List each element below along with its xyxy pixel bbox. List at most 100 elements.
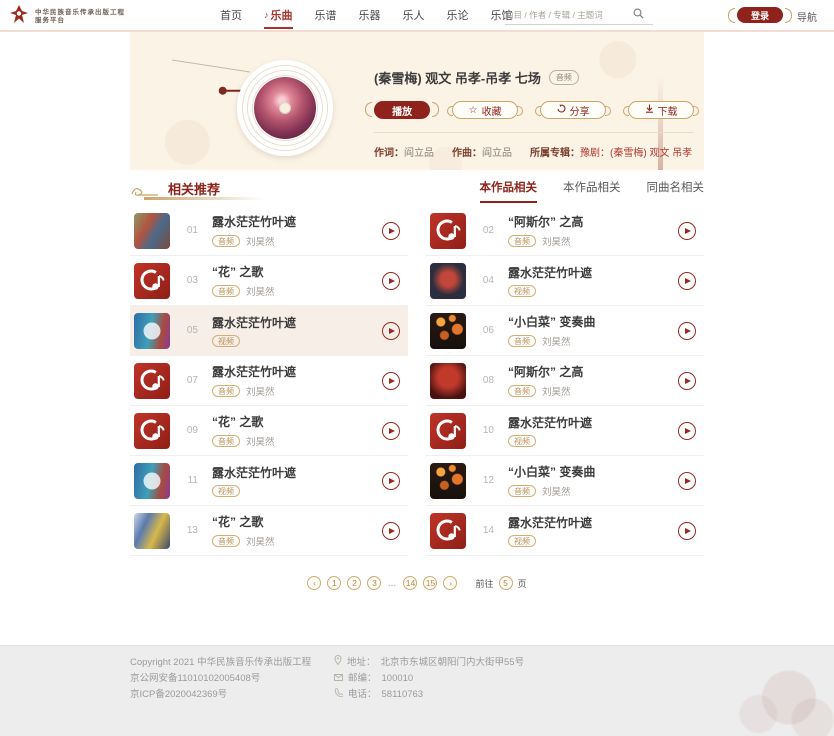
- play-triangle-icon: [685, 278, 691, 284]
- related-tab[interactable]: 本作品相关: [480, 179, 538, 203]
- song-artist[interactable]: 刘昊然: [542, 384, 571, 398]
- song-row[interactable]: 01 露水茫茫竹叶遮 音频 刘昊然: [130, 206, 408, 256]
- nav-item[interactable]: 乐论: [447, 0, 469, 30]
- song-number: 08: [476, 375, 494, 386]
- song-row[interactable]: 04 露水茫茫竹叶遮 视频: [426, 256, 704, 306]
- play-triangle-icon: [685, 378, 691, 384]
- page-number-button[interactable]: 1: [327, 576, 341, 590]
- row-play-button[interactable]: [678, 472, 696, 490]
- song-row-title[interactable]: 露水茫茫竹叶遮: [508, 514, 678, 531]
- nav-item[interactable]: 乐人: [403, 0, 425, 30]
- song-row-title[interactable]: “阿斯尔” 之高: [508, 213, 678, 230]
- song-number: 11: [180, 475, 198, 486]
- search-icon[interactable]: [633, 6, 644, 24]
- favorite-button[interactable]: ☆ 收藏: [452, 101, 518, 119]
- song-artist[interactable]: 刘昊然: [246, 534, 275, 548]
- song-row-title[interactable]: “花” 之歌: [212, 513, 382, 530]
- police-record-text[interactable]: 京公网安备11010102005408号: [130, 671, 311, 687]
- login-button[interactable]: 登录: [737, 7, 783, 23]
- song-artist[interactable]: 刘昊然: [246, 434, 275, 448]
- row-play-button[interactable]: [678, 422, 696, 440]
- mail-icon: [334, 671, 343, 687]
- song-thumbnail: [430, 463, 466, 499]
- song-artist[interactable]: 刘昊然: [246, 234, 275, 248]
- nav-item[interactable]: 首页: [220, 0, 242, 30]
- row-play-button[interactable]: [382, 472, 400, 490]
- jump-page-input[interactable]: 5: [499, 576, 513, 590]
- next-page-button[interactable]: ›: [443, 576, 457, 590]
- song-row-title[interactable]: 露水茫茫竹叶遮: [508, 414, 678, 431]
- row-play-button[interactable]: [382, 222, 400, 240]
- page-number-button[interactable]: 3: [367, 576, 381, 590]
- song-row-title[interactable]: 露水茫茫竹叶遮: [212, 314, 382, 331]
- row-play-button[interactable]: [382, 322, 400, 340]
- song-row[interactable]: 03 “花” 之歌 音频 刘昊然: [130, 256, 408, 306]
- song-row-title[interactable]: 露水茫茫竹叶遮: [212, 363, 382, 380]
- song-row-title[interactable]: “小白菜” 变奏曲: [508, 463, 678, 480]
- play-button[interactable]: 播放: [374, 101, 430, 119]
- page-number-button[interactable]: 14: [403, 576, 417, 590]
- song-row-title[interactable]: “阿斯尔” 之高: [508, 363, 678, 380]
- page-number-button[interactable]: 15: [423, 576, 437, 590]
- song-row[interactable]: 12 “小白菜” 变奏曲 音频 刘昊然: [426, 456, 704, 506]
- row-play-button[interactable]: [382, 422, 400, 440]
- song-row-title[interactable]: 露水茫茫竹叶遮: [212, 464, 382, 481]
- related-col-right: 02 “阿斯尔” 之高 音频 刘昊然 04 露水茫茫竹叶遮 视频: [426, 206, 704, 556]
- logo-emblem-icon: [8, 3, 30, 30]
- song-row-title[interactable]: “小白菜” 变奏曲: [508, 313, 678, 330]
- related-tab[interactable]: 同曲名相关: [647, 179, 705, 203]
- play-triangle-icon: [389, 478, 395, 484]
- song-row[interactable]: 14 露水茫茫竹叶遮 视频: [426, 506, 704, 556]
- nav-item[interactable]: 乐曲: [264, 0, 293, 30]
- prev-page-button[interactable]: ‹: [307, 576, 321, 590]
- site-navigation-link[interactable]: 导航: [797, 9, 817, 24]
- song-row[interactable]: 13 “花” 之歌 音频 刘昊然: [130, 506, 408, 556]
- song-artist[interactable]: 刘昊然: [246, 284, 275, 298]
- row-play-button[interactable]: [678, 222, 696, 240]
- song-row[interactable]: 09 “花” 之歌 音频 刘昊然: [130, 406, 408, 456]
- song-row[interactable]: 10 露水茫茫竹叶遮 视频: [426, 406, 704, 456]
- icp-record-text[interactable]: 京ICP备2020042369号: [130, 687, 311, 703]
- related-section-head: 相关推荐 本作品相关本作品相关同曲名相关: [130, 176, 704, 204]
- album-link[interactable]: 豫剧：(秦雪梅) 观文 吊孝: [580, 148, 692, 159]
- play-triangle-icon: [389, 428, 395, 434]
- pagination: ‹ 123…1415 › 前往 5 页: [130, 576, 704, 590]
- song-row-title[interactable]: “花” 之歌: [212, 263, 382, 280]
- song-row[interactable]: 05 露水茫茫竹叶遮 视频: [130, 306, 408, 356]
- search-box[interactable]: [505, 5, 653, 25]
- song-artist[interactable]: 刘昊然: [542, 484, 571, 498]
- song-artist[interactable]: 刘昊然: [542, 334, 571, 348]
- download-button[interactable]: 下载: [628, 101, 694, 119]
- song-artist[interactable]: 刘昊然: [246, 384, 275, 398]
- row-play-button[interactable]: [382, 372, 400, 390]
- page-number-button[interactable]: 2: [347, 576, 361, 590]
- nav-item[interactable]: 乐器: [359, 0, 381, 30]
- song-row[interactable]: 07 露水茫茫竹叶遮 音频 刘昊然: [130, 356, 408, 406]
- share-button[interactable]: 分享: [540, 101, 606, 119]
- row-play-button[interactable]: [382, 272, 400, 290]
- related-tabs: 本作品相关 本作品相关 同曲名相关: [480, 179, 705, 203]
- nav-item[interactable]: 乐谱: [315, 0, 337, 30]
- song-media-badge: 音频: [212, 285, 240, 297]
- song-row-title[interactable]: “花” 之歌: [212, 413, 382, 430]
- row-play-button[interactable]: [678, 372, 696, 390]
- song-artist[interactable]: 刘昊然: [542, 234, 571, 248]
- song-row[interactable]: 06 “小白菜” 变奏曲 音频 刘昊然: [426, 306, 704, 356]
- row-play-button[interactable]: [678, 272, 696, 290]
- search-input[interactable]: [505, 10, 633, 20]
- song-number: 06: [476, 325, 494, 336]
- row-play-button[interactable]: [678, 322, 696, 340]
- row-play-button[interactable]: [382, 522, 400, 540]
- song-number: 03: [180, 275, 198, 286]
- song-row-title[interactable]: 露水茫茫竹叶遮: [212, 213, 382, 230]
- site-logo[interactable]: 中华民族音乐传承出版工程 服务平台: [8, 3, 125, 30]
- song-row[interactable]: 02 “阿斯尔” 之高 音频 刘昊然: [426, 206, 704, 256]
- phone-line: 电话：58110763: [334, 687, 524, 703]
- song-number: 14: [476, 525, 494, 536]
- song-row-title[interactable]: 露水茫茫竹叶遮: [508, 264, 678, 281]
- song-row[interactable]: 11 露水茫茫竹叶遮 视频: [130, 456, 408, 506]
- related-tab[interactable]: 本作品相关: [563, 179, 621, 203]
- row-play-button[interactable]: [678, 522, 696, 540]
- vinyl-record[interactable]: [237, 60, 333, 156]
- song-row[interactable]: 08 “阿斯尔” 之高 音频 刘昊然: [426, 356, 704, 406]
